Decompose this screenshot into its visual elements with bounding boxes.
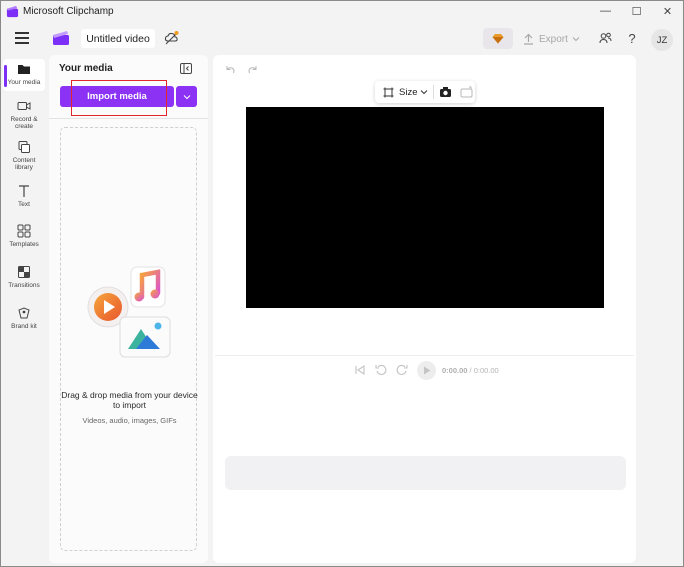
resize-icon [383,87,394,97]
chevron-down-icon [421,90,428,95]
premium-button[interactable] [483,28,513,49]
editor-divider [215,355,634,356]
sidebar-item-label: Brand kit [11,323,37,330]
project-title-input[interactable]: Untitled video [81,29,155,48]
playback-controls: 0:00.00 / 0:00.00 [354,360,499,380]
avatar[interactable]: JZ [651,29,673,51]
collapse-panel-icon[interactable] [180,63,192,74]
active-indicator [4,65,7,87]
clipchamp-logo-icon [6,5,19,17]
sidebar-item-label: Your media [7,79,41,86]
cloud-sync-off-icon[interactable] [164,30,180,46]
library-icon [18,141,30,153]
background-remove-icon[interactable] [439,86,452,98]
app-window: Microsoft Clipchamp — ☐ ✕ Untitled video [0,0,684,567]
video-preview-canvas[interactable] [246,107,604,308]
help-icon[interactable]: ? [625,30,639,46]
window-title: Microsoft Clipchamp [23,5,114,17]
size-label: Size [399,86,418,98]
maximize-button[interactable]: ☐ [621,1,652,21]
media-types-illustration [87,266,171,358]
sidebar-item-record-create[interactable]: Record & create [3,99,45,133]
play-icon [423,366,430,374]
media-dropzone[interactable]: Drag & drop media from your device to im… [60,127,198,551]
sidebar-item-your-media[interactable]: Your media [3,59,45,91]
forward-5s-icon[interactable] [396,364,408,376]
sidebar-item-label: Text [18,201,30,208]
media-panel: Your media Import media Drag & drop medi… [49,55,208,563]
sidebar-item-text[interactable]: Text [3,184,45,210]
left-sidebar: Your media Record & create Content libra… [1,55,47,566]
sidebar-item-label: Transitions [8,282,40,289]
sidebar-item-label: Record & create [10,116,38,130]
total-time: / 0:00.00 [469,365,499,375]
close-button[interactable]: ✕ [652,1,683,21]
templates-icon [17,224,31,238]
import-options-button[interactable] [176,86,197,107]
dropzone-title: Drag & drop media from your device to im… [61,390,198,410]
sidebar-item-templates[interactable]: Templates [3,224,45,252]
diamond-icon [492,34,504,44]
rewind-5s-icon[interactable] [375,364,387,376]
panel-divider [49,118,208,119]
chevron-down-icon [183,94,190,99]
text-icon [19,185,29,197]
current-time: 0:00.00 [442,365,468,375]
upload-icon [524,33,533,45]
play-button[interactable] [417,360,436,380]
chevron-down-icon [572,37,580,42]
preview-toolbar: Size [375,81,475,103]
editor-area: Size 0:00.00 / 0:00.00 [213,55,636,563]
minimize-button[interactable]: — [590,1,621,21]
frame-adjust-icon[interactable] [460,86,473,98]
sidebar-item-transitions[interactable]: Transitions [3,265,45,293]
skip-back-icon[interactable] [354,364,366,376]
brand-kit-icon [18,307,30,319]
transitions-icon [18,266,30,278]
folder-icon [18,65,30,74]
dropzone-subtitle: Videos, audio, images, GIFs [82,416,177,425]
menu-icon[interactable] [15,32,29,44]
share-users-icon[interactable] [599,32,612,45]
size-button[interactable]: Size [383,87,428,98]
panel-title: Your media [59,63,113,74]
toolbar-divider [433,85,435,99]
sidebar-item-brand-kit[interactable]: Brand kit [3,306,45,334]
camera-icon [17,102,31,110]
title-bar: Microsoft Clipchamp — ☐ ✕ [1,1,683,21]
redo-icon[interactable] [247,64,259,76]
export-button[interactable]: Export [523,29,585,49]
import-media-button[interactable]: Import media [60,86,174,107]
sidebar-item-label: Content library [12,157,36,171]
sidebar-item-label: Templates [9,241,39,248]
app-header: Untitled video Export ? JZ [1,21,683,55]
timeline-track[interactable] [225,456,626,490]
timecode: 0:00.00 / 0:00.00 [442,366,499,375]
clapperboard-icon [53,31,69,45]
undo-icon[interactable] [224,64,236,76]
export-label: Export [539,33,568,45]
sidebar-item-content-library[interactable]: Content library [3,140,45,174]
